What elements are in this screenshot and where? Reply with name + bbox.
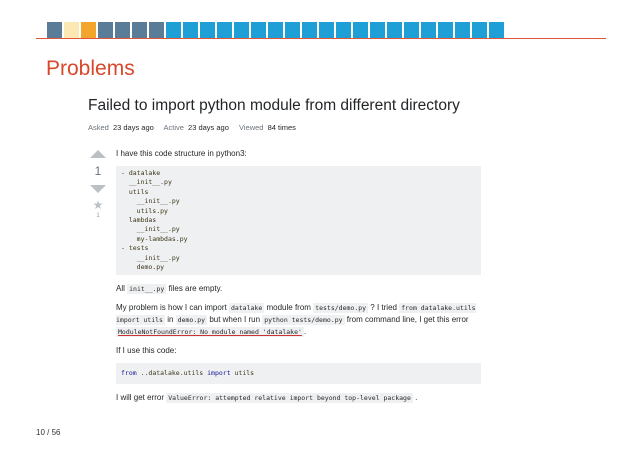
paragraph-if-use: If I use this code: — [116, 346, 177, 355]
nav-square-10[interactable] — [200, 22, 215, 38]
nav-square-19[interactable] — [353, 22, 368, 38]
slide-title: Problems — [46, 57, 135, 80]
question-meta: Asked 23 days ago Active 23 days ago Vie… — [88, 123, 304, 132]
nav-square-18[interactable] — [336, 22, 351, 38]
nav-square-11[interactable] — [217, 22, 232, 38]
question-body: I have this code structure in python3: -… — [116, 148, 481, 404]
nav-square-27[interactable] — [489, 22, 504, 38]
nav-square-20[interactable] — [370, 22, 385, 38]
nav-square-17[interactable] — [319, 22, 334, 38]
slide-nav-squares — [47, 22, 506, 38]
nav-square-12[interactable] — [234, 22, 249, 38]
nav-square-6[interactable] — [132, 22, 147, 38]
asked-value: 23 days ago — [112, 123, 154, 132]
code-structure-block: - datalake __init__.py utils __init__.py… — [116, 166, 481, 275]
viewed-value: 84 times — [267, 123, 296, 132]
paragraph-empty-files: All init__.py files are empty. — [116, 284, 223, 294]
vote-count: 1 — [94, 164, 102, 178]
vote-panel: 1 ★ 1 — [86, 150, 110, 219]
viewed-label: Viewed — [239, 123, 264, 132]
favorite-star-icon[interactable]: ★ — [86, 199, 110, 211]
nav-square-7[interactable] — [149, 22, 164, 38]
paragraph-problem: My problem is how I can import datalake … — [116, 303, 476, 337]
nav-square-3[interactable] — [81, 22, 96, 38]
nav-square-24[interactable] — [438, 22, 453, 38]
nav-square-1[interactable] — [47, 22, 62, 38]
nav-square-21[interactable] — [387, 22, 402, 38]
paragraph-error: I will get error ValueError: attempted r… — [116, 393, 418, 404]
favorite-count: 1 — [96, 213, 100, 219]
nav-square-23[interactable] — [421, 22, 436, 38]
title-rule — [36, 38, 606, 39]
nav-square-25[interactable] — [455, 22, 470, 38]
nav-square-2[interactable] — [64, 22, 79, 38]
nav-square-15[interactable] — [285, 22, 300, 38]
page-number: 10 / 56 — [36, 428, 61, 437]
nav-square-4[interactable] — [98, 22, 113, 38]
nav-square-26[interactable] — [472, 22, 487, 38]
nav-square-22[interactable] — [404, 22, 419, 38]
asked-label: Asked — [88, 123, 109, 132]
nav-square-14[interactable] — [268, 22, 283, 38]
active-label: Active — [163, 123, 184, 132]
nav-square-5[interactable] — [115, 22, 130, 38]
nav-square-13[interactable] — [251, 22, 266, 38]
question-title[interactable]: Failed to import python module from diff… — [88, 97, 460, 115]
error-message-code: ModuleNotFoundError: No module named 'da… — [116, 327, 304, 337]
nav-square-8[interactable] — [166, 22, 181, 38]
upvote-arrow-icon[interactable] — [90, 150, 106, 158]
intro-text: I have this code structure in python3: — [116, 149, 247, 158]
nav-square-9[interactable] — [183, 22, 198, 38]
active-value[interactable]: 23 days ago — [188, 123, 229, 132]
downvote-arrow-icon[interactable] — [90, 185, 106, 193]
nav-square-16[interactable] — [302, 22, 317, 38]
code-import-block: from ..datalake.utils import utils — [116, 363, 481, 385]
